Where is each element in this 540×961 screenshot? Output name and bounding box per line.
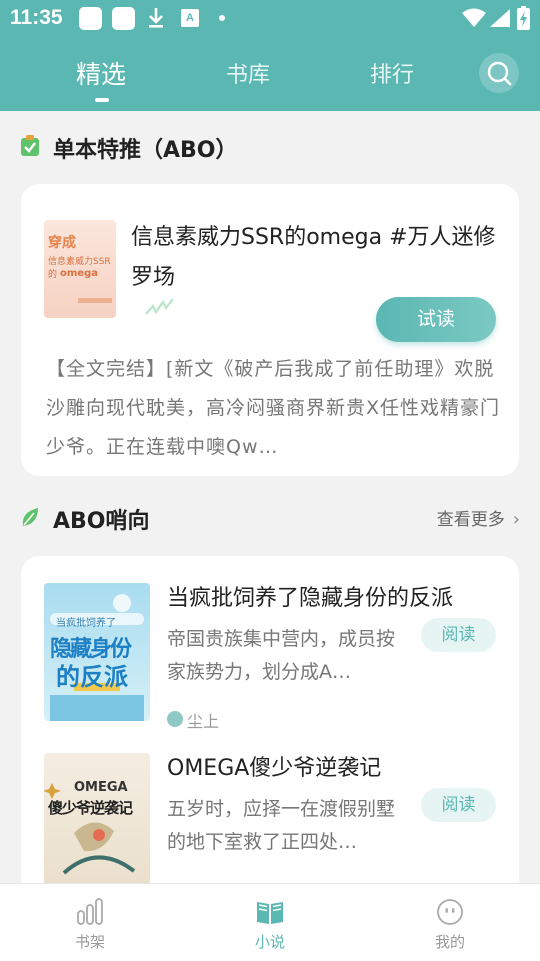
notification-square-icon: [79, 7, 102, 30]
wifi-icon: [462, 8, 486, 27]
tab-featured[interactable]: 精选: [76, 55, 126, 91]
download-icon: [149, 8, 163, 28]
read-button[interactable]: 阅读: [421, 788, 496, 822]
see-more-link[interactable]: 查看更多 ›: [437, 505, 520, 530]
section-abo-header: ABO哨向 查看更多 ›: [0, 497, 540, 537]
status-bar: 11:35 A: [0, 0, 540, 38]
cover-text: OMEGA: [74, 780, 128, 795]
nav-label: 我的: [434, 933, 465, 951]
list-item[interactable]: OMEGA 傻少爷逆袭记 OMEGA傻少爷逆袭记 五岁时，应择一在渡假别墅的地下…: [21, 728, 519, 893]
book-description: 帝国贵族集中营内，成员按家族势力，划分成A…: [167, 628, 396, 683]
book-cover[interactable]: OMEGA 傻少爷逆袭记: [44, 753, 150, 893]
tab-library[interactable]: 书库: [226, 57, 270, 89]
featured-book-card[interactable]: 穿成 信息素威力SSR的 omega 信息素威力SSR的omega #万人迷修罗…: [21, 184, 519, 476]
search-button[interactable]: [479, 53, 519, 93]
trial-read-button[interactable]: 试读: [376, 297, 496, 342]
nav-profile[interactable]: 我的: [400, 884, 500, 961]
section-title: ABO哨向: [53, 509, 150, 534]
bottom-navigation: 书架 小说 我的: [0, 883, 540, 961]
open-book-icon: [257, 902, 283, 924]
book-cover[interactable]: 当疯批饲养了 隐藏身份 的反派: [44, 583, 150, 721]
active-tab-indicator: [95, 98, 109, 102]
status-time: 11:35: [10, 6, 63, 29]
book-cover-art: [44, 783, 136, 875]
tab-ranking[interactable]: 排行: [370, 57, 414, 89]
nav-bookshelf[interactable]: 书架: [40, 884, 140, 961]
cover-text: 的反派: [56, 663, 128, 691]
profile-face-icon: [437, 899, 463, 925]
nav-label: 书架: [74, 933, 105, 951]
see-more-label: 查看更多: [436, 510, 505, 530]
book-cover[interactable]: 穿成 信息素威力SSR的 omega: [44, 220, 116, 318]
cover-text: omega: [60, 268, 98, 279]
cover-text: 当疯批饲养了: [56, 618, 116, 629]
bookshelf-icon: [77, 898, 103, 925]
chevron-right-icon: ›: [512, 509, 520, 530]
nav-label: 小说: [254, 933, 285, 951]
book-title[interactable]: 当疯批饲养了隐藏身份的反派: [167, 580, 453, 612]
book-description: 【全文完结】[新文《破产后我成了前任助理》欢脱沙雕向现代耽美，高冷闷骚商界新贵X…: [46, 358, 501, 458]
section-featured-header: 单本特推（ABO）: [0, 126, 540, 166]
clipboard-check-icon: [21, 135, 39, 156]
signal-icon: [490, 9, 510, 27]
leaf-icon: [22, 508, 38, 526]
more-notifications-dot-icon: [219, 15, 225, 21]
search-icon: [487, 61, 512, 86]
cover-text: 傻少爷逆袭记: [48, 799, 133, 817]
nav-novel[interactable]: 小说: [220, 884, 320, 961]
book-description: 五岁时，应择一在渡假别墅的地下室救了正四处…: [167, 798, 396, 853]
cover-text: 穿成: [48, 235, 76, 251]
top-header: 11:35 A 精选 书库 排行: [0, 0, 540, 111]
list-item[interactable]: 当疯批饲养了 隐藏身份 的反派 当疯批饲养了隐藏身份的反派 帝国贵族集中营内，成…: [21, 556, 519, 731]
book-title[interactable]: 信息素威力SSR的omega #万人迷修罗场: [131, 218, 501, 298]
notification-square-icon: [112, 7, 135, 30]
section-title: 单本特推（ABO）: [53, 138, 238, 163]
read-button[interactable]: 阅读: [421, 618, 496, 652]
book-title[interactable]: OMEGA傻少爷逆袭记: [167, 750, 381, 782]
battery-charging-icon: [517, 6, 530, 30]
cover-decoration: [78, 298, 112, 303]
sparkle-decoration-icon: [145, 298, 174, 315]
book-list-card: 当疯批饲养了 隐藏身份 的反派 当疯批饲养了隐藏身份的反派 帝国贵族集中营内，成…: [21, 556, 519, 896]
text-a-icon: A: [181, 9, 199, 27]
author-avatar-icon: [167, 711, 183, 727]
